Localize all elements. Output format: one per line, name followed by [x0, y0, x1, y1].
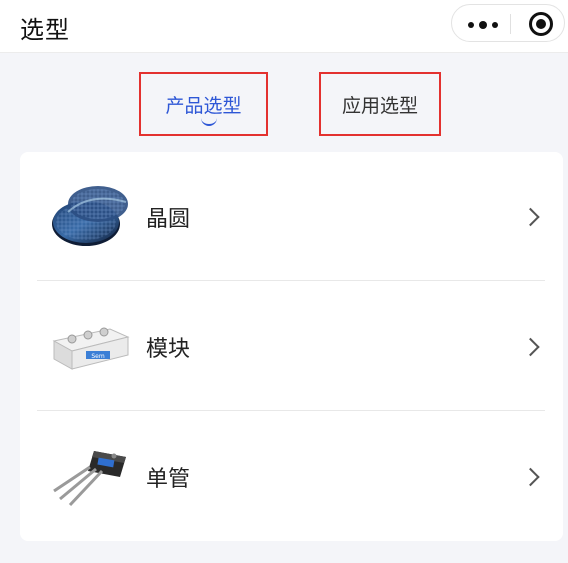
power-module-icon: Sem — [52, 327, 130, 370]
divider — [37, 410, 545, 411]
product-list-card: 晶圆 Sem 模块 单管 — [20, 152, 563, 541]
list-item-label: 单管 — [146, 466, 191, 492]
top-bar: 选型 — [0, 0, 568, 53]
wafer-icon — [52, 185, 128, 246]
tab-application-selection[interactable]: 应用选型 — [319, 72, 441, 136]
capsule-divider — [510, 14, 511, 34]
page-title: 选型 — [20, 16, 70, 44]
tab-product-selection-label: 产品选型 — [165, 94, 242, 117]
list-item-label: 模块 — [146, 336, 191, 362]
tab-application-selection-label: 应用选型 — [341, 94, 418, 117]
tab-product-selection[interactable]: 产品选型 — [139, 72, 268, 136]
chevron-right-icon — [521, 337, 540, 356]
more-dots-icon[interactable] — [468, 21, 498, 29]
list-item-discrete[interactable]: 单管 — [20, 412, 563, 541]
list-item-label: 晶圆 — [146, 206, 191, 232]
list-item-wafer[interactable]: 晶圆 — [20, 152, 563, 281]
target-circle-icon[interactable] — [529, 12, 553, 36]
svg-text:Sem: Sem — [91, 353, 105, 360]
chevron-right-icon — [521, 467, 540, 486]
list-item-module[interactable]: Sem 模块 — [20, 282, 563, 411]
chevron-right-icon — [521, 207, 540, 226]
divider — [37, 280, 545, 281]
mini-program-capsule — [451, 4, 565, 42]
transistor-icon — [53, 450, 126, 506]
